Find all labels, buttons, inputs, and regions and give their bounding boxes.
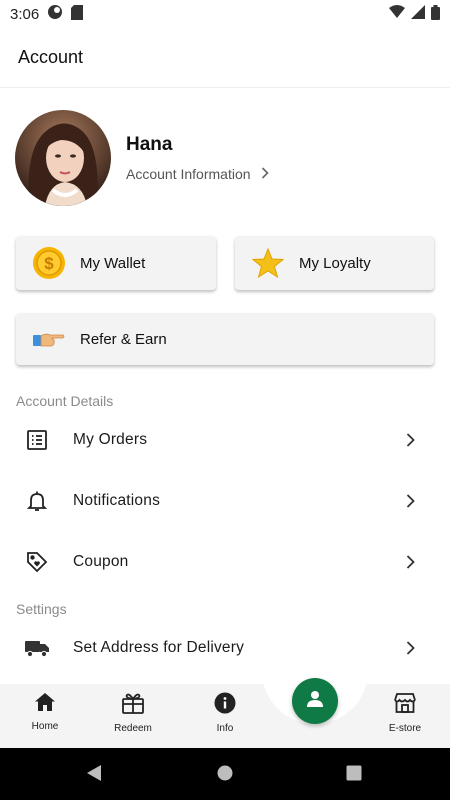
set-address-label: Set Address for Delivery	[73, 639, 245, 656]
chevron-right-icon	[406, 641, 420, 655]
nav-info-label: Info	[216, 723, 234, 734]
notifications-label: Notifications	[73, 492, 161, 509]
system-nav-bar	[0, 748, 450, 800]
account-information-label: Account Information	[126, 166, 251, 182]
profile-section: Hana Account Information	[15, 110, 435, 206]
nav-redeem-label: Redeem	[114, 723, 152, 734]
list-item-set-address[interactable]: Set Address for Delivery	[0, 618, 450, 678]
chevron-right-icon	[406, 433, 420, 447]
nav-home[interactable]: Home	[15, 692, 75, 732]
orders-list-icon	[24, 427, 50, 453]
account-information-link[interactable]: Account Information	[126, 166, 269, 182]
chevron-right-icon	[406, 555, 420, 569]
my-wallet-label: My Wallet	[80, 254, 146, 272]
bell-icon	[24, 488, 50, 514]
truck-icon	[24, 635, 50, 661]
status-time: 3:06	[10, 5, 40, 23]
refer-and-earn-label: Refer & Earn	[80, 330, 167, 348]
chevron-right-icon	[406, 494, 420, 508]
chevron-right-icon	[261, 166, 269, 182]
nav-account-fab[interactable]	[292, 678, 338, 724]
list-item-notifications[interactable]: Notifications	[0, 471, 450, 531]
profile-name: Hana	[126, 134, 173, 155]
account-screen: 3:06 Account Hana Account Information $ …	[0, 0, 450, 800]
sim-card-icon	[71, 4, 84, 24]
app-bar: Account	[0, 28, 450, 88]
info-icon	[214, 692, 236, 719]
list-item-coupon[interactable]: Coupon	[0, 532, 450, 592]
avatar[interactable]	[15, 110, 111, 206]
nav-home-label: Home	[31, 721, 59, 732]
my-orders-label: My Orders	[73, 431, 148, 448]
nav-estore[interactable]: E-store	[375, 692, 435, 734]
my-wallet-button[interactable]: $ My Wallet	[16, 236, 216, 290]
tag-heart-icon	[24, 549, 50, 575]
notification-dot-icon	[47, 4, 63, 24]
gold-coin-icon: $	[32, 246, 66, 280]
nav-estore-label: E-store	[388, 723, 422, 734]
star-icon	[251, 246, 285, 280]
my-loyalty-button[interactable]: My Loyalty	[235, 236, 434, 290]
status-bar: 3:06	[0, 0, 450, 28]
signal-icon	[411, 5, 425, 23]
person-icon	[305, 689, 325, 714]
bottom-nav: Home Redeem Info E-store	[0, 670, 450, 748]
my-loyalty-label: My Loyalty	[299, 254, 371, 272]
account-details-header: Account Details	[16, 393, 114, 409]
nav-info[interactable]: Info	[195, 692, 255, 734]
refer-and-earn-button[interactable]: Refer & Earn	[16, 313, 434, 365]
gift-icon	[121, 692, 145, 719]
page-title: Account	[18, 47, 84, 67]
list-item-my-orders[interactable]: My Orders	[0, 410, 450, 470]
wifi-icon	[389, 5, 405, 23]
pointing-hand-icon	[32, 322, 66, 356]
battery-icon	[431, 4, 440, 24]
nav-redeem[interactable]: Redeem	[103, 692, 163, 734]
settings-header: Settings	[16, 601, 67, 617]
store-icon	[393, 692, 417, 719]
svg-text:$: $	[44, 254, 54, 273]
coupon-label: Coupon	[73, 553, 129, 570]
recents-square-icon[interactable]	[346, 765, 362, 786]
home-circle-icon[interactable]	[217, 765, 233, 786]
back-triangle-icon[interactable]	[86, 764, 102, 787]
home-icon	[34, 692, 56, 717]
